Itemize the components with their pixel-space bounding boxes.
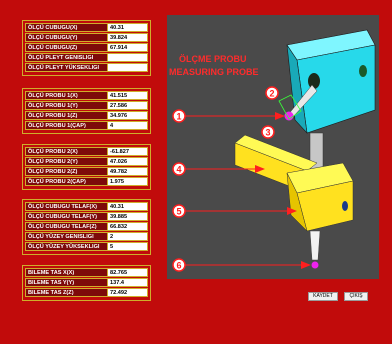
field-value[interactable]: 39.824: [108, 33, 148, 42]
svg-text:2: 2: [269, 89, 274, 99]
marker-4: 4: [172, 162, 186, 176]
field-row: ÖLÇÜ PROBU 1(ÇAP) 4: [25, 121, 148, 130]
svg-text:1: 1: [176, 112, 181, 122]
field-label: ÖLÇÜ PLEYT GENISLIGI: [25, 53, 108, 62]
field-label: ÖLÇÜ PROBU 1(X): [25, 91, 108, 100]
field-label: ÖLÇÜ YÜZEY YÜKSEKLIGI: [25, 242, 108, 251]
field-label: BILEME TAS Y(Y): [25, 278, 108, 287]
field-value[interactable]: 2: [108, 232, 148, 241]
field-label: ÖLÇÜ YÜZEY GENISLIGI: [25, 232, 108, 241]
panel-olcu-probu-2: ÖLÇÜ PROBU 2(X) -61.827 ÖLÇÜ PROBU 2(Y) 47.…: [22, 144, 151, 190]
svg-text:3: 3: [265, 128, 270, 138]
lower-probe-shaft: [309, 230, 321, 261]
svg-text:6: 6: [176, 261, 181, 271]
field-value[interactable]: 49.782: [108, 167, 148, 176]
title-en: MEASURING PROBE: [169, 67, 259, 77]
field-value[interactable]: 82.765: [108, 268, 148, 277]
field-value[interactable]: 5: [108, 242, 148, 251]
field-row: ÖLÇÜ CUBUGU TELAF(X) 40.31: [25, 202, 148, 211]
field-value[interactable]: 27.586: [108, 101, 148, 110]
probe-illustration: ÖLÇME PROBU MEASURING PROBE 1 2 3 4 5 6: [169, 29, 376, 272]
field-label: ÖLÇÜ CUBUGU(Z): [25, 43, 108, 52]
housing-bolt: [359, 65, 367, 77]
field-row: ÖLÇÜ CUBUGU(Y) 39.824: [25, 33, 148, 42]
field-value[interactable]: 66.832: [108, 222, 148, 231]
field-value[interactable]: 72.492: [108, 288, 148, 297]
field-row: ÖLÇÜ PLEYT GENISLIGI: [25, 53, 148, 62]
arrow-1-head: [275, 112, 285, 120]
field-row: ÖLÇÜ CUBUGU TELAF(Z) 66.832: [25, 222, 148, 231]
field-label: ÖLÇÜ PLEYT YÜKSEKLIGI: [25, 63, 108, 72]
field-label: ÖLÇÜ PROBU 1(ÇAP): [25, 121, 108, 130]
panel-bileme-tasi: BILEME TAS X(X) 82.765 BILEME TAS Y(Y) 137.…: [22, 265, 151, 301]
field-value[interactable]: 40.31: [108, 23, 148, 32]
marker-2: 2: [265, 86, 279, 100]
field-label: ÖLÇÜ PROBU 2(Y): [25, 157, 108, 166]
field-row: ÖLÇÜ CUBUGU(Z) 67.914: [25, 43, 148, 52]
field-value[interactable]: 1.975: [108, 177, 148, 186]
field-value[interactable]: 67.914: [108, 43, 148, 52]
svg-text:4: 4: [176, 165, 181, 175]
field-value[interactable]: -61.827: [108, 147, 148, 156]
field-value[interactable]: 34.976: [108, 111, 148, 120]
field-row: BILEME TAS Y(Y) 137.4: [25, 278, 148, 287]
field-row: BILEME TAS X(X) 82.765: [25, 268, 148, 277]
field-row: ÖLÇÜ CUBUGU(X) 40.31: [25, 23, 148, 32]
field-value[interactable]: 41.515: [108, 91, 148, 100]
field-row: ÖLÇÜ CUBUGU TELAF(Y) 39.885: [25, 212, 148, 221]
marker-6: 6: [172, 258, 186, 272]
field-label: BILEME TAS X(X): [25, 268, 108, 277]
arrow-6-head: [301, 261, 311, 269]
field-value[interactable]: 137.4: [108, 278, 148, 287]
field-value[interactable]: 39.885: [108, 212, 148, 221]
field-row: ÖLÇÜ YÜZEY GENISLIGI 2: [25, 232, 148, 241]
probe-socket: [308, 73, 320, 89]
field-row: ÖLÇÜ PROBU 2(Y) 47.026: [25, 157, 148, 166]
field-label: ÖLÇÜ CUBUGU(X): [25, 23, 108, 32]
field-label: ÖLÇÜ PROBU 2(ÇAP): [25, 177, 108, 186]
save-button[interactable]: KAYDET: [308, 292, 338, 301]
field-label: BILEME TAS Z(Z): [25, 288, 108, 297]
field-label: ÖLÇÜ CUBUGU(Y): [25, 33, 108, 42]
field-value[interactable]: 47.026: [108, 157, 148, 166]
field-row: ÖLÇÜ PROBU 2(X) -61.827: [25, 147, 148, 156]
field-row: ÖLÇÜ PROBU 1(Z) 34.976: [25, 111, 148, 120]
field-label: ÖLÇÜ CUBUGU TELAF(X): [25, 202, 108, 211]
marker-1: 1: [172, 109, 186, 123]
lower-probe-ball: [311, 261, 319, 269]
measuring-probe-diagram: ÖLÇME PROBU MEASURING PROBE 1 2 3 4 5 6: [167, 15, 379, 279]
field-row: BILEME TAS Z(Z) 72.492: [25, 288, 148, 297]
field-value[interactable]: 4: [108, 121, 148, 130]
field-label: ÖLÇÜ PROBU 2(X): [25, 147, 108, 156]
field-value[interactable]: 40.31: [108, 202, 148, 211]
field-label: ÖLÇÜ PROBU 1(Z): [25, 111, 108, 120]
marker-5: 5: [172, 204, 186, 218]
panel-olcu-cubugu-telaf: ÖLÇÜ CUBUGU TELAF(X) 40.31 ÖLÇÜ CUBUGU TEL…: [22, 199, 151, 255]
block-bolt: [342, 201, 348, 211]
field-label: ÖLÇÜ CUBUGU TELAF(Z): [25, 222, 108, 231]
svg-text:5: 5: [176, 207, 181, 217]
field-row: ÖLÇÜ PROBU 2(Z) 49.782: [25, 167, 148, 176]
field-row: ÖLÇÜ PLEYT YÜKSEKLIGI: [25, 63, 148, 72]
field-value[interactable]: [108, 63, 148, 72]
field-value[interactable]: [108, 53, 148, 62]
field-label: ÖLÇÜ PROBU 2(Z): [25, 167, 108, 176]
panel-olcu-cubugu: ÖLÇÜ CUBUGU(X) 40.31 ÖLÇÜ CUBUGU(Y) 39.824 Ö…: [22, 20, 151, 76]
field-row: ÖLÇÜ PROBU 2(ÇAP) 1.975: [25, 177, 148, 186]
field-row: ÖLÇÜ PROBU 1(Y) 27.586: [25, 101, 148, 110]
field-label: ÖLÇÜ PROBU 1(Y): [25, 101, 108, 110]
field-row: ÖLÇÜ PROBU 1(X) 41.515: [25, 91, 148, 100]
panel-olcu-probu-1: ÖLÇÜ PROBU 1(X) 41.515 ÖLÇÜ PROBU 1(Y) 27.5…: [22, 88, 151, 134]
marker-3: 3: [261, 125, 275, 139]
field-label: ÖLÇÜ CUBUGU TELAF(Y): [25, 212, 108, 221]
field-row: ÖLÇÜ YÜZEY YÜKSEKLIGI 5: [25, 242, 148, 251]
title-tr: ÖLÇME PROBU: [179, 54, 247, 64]
exit-button[interactable]: ÇIKIŞ: [344, 292, 368, 301]
